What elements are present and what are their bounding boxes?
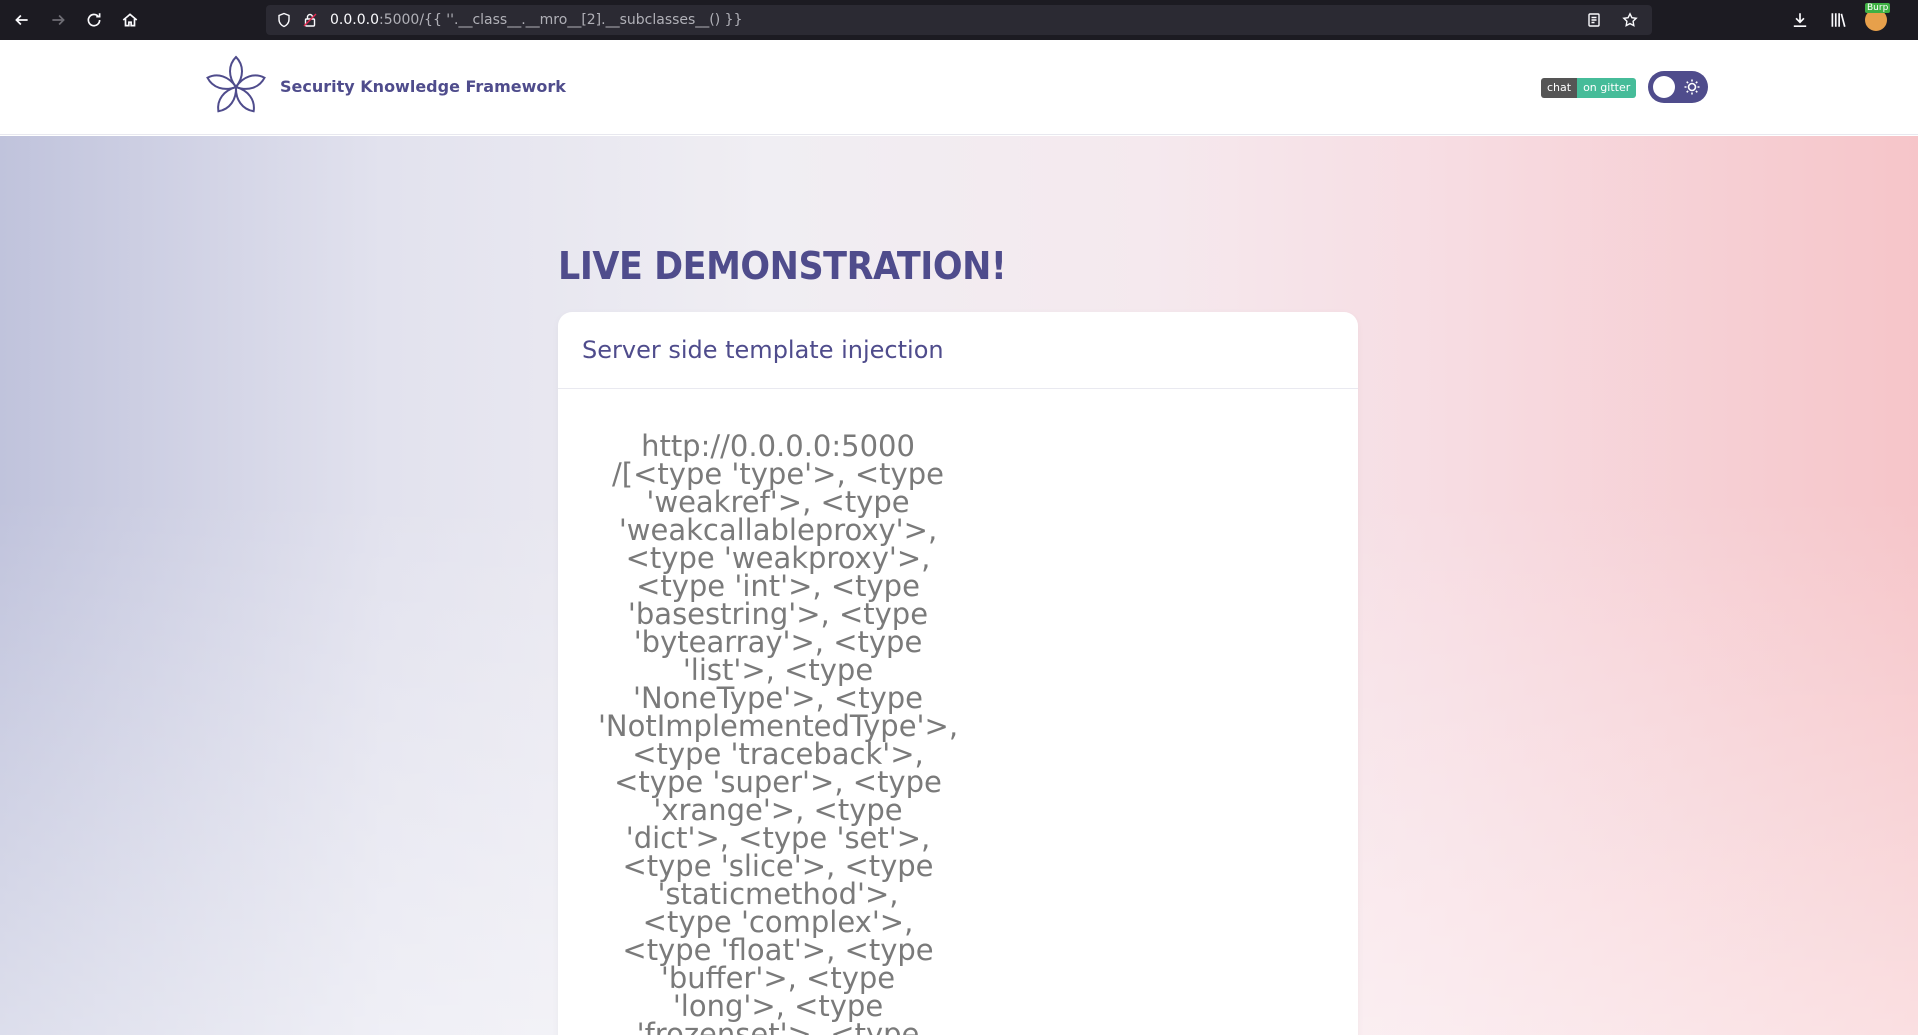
output-line: <type 'float'>, <type [622,933,934,967]
output-line: 'bytearray'>, <type [633,625,923,659]
output-line: <type 'complex'>, [642,905,914,939]
skf-logo-icon[interactable] [206,54,266,120]
url-host: 0.0.0.0 [330,12,379,28]
bookmark-star-icon[interactable] [1620,10,1640,30]
output-line: 'weakcallableproxy'>, [618,513,938,547]
back-icon[interactable] [4,0,40,40]
home-icon[interactable] [112,0,148,40]
url-bar[interactable]: 0.0.0.0:5000/{{ ''.__class__.__mro__[2].… [266,5,1652,35]
card-title: Server side template injection [558,312,1358,389]
output-line: 'basestring'>, <type [627,597,929,631]
output-line: <type 'slice'>, <type [622,849,934,883]
output-line: http://0.0.0.0:5000 [641,429,915,463]
output-line: 'list'>, <type [682,653,874,687]
template-output: http://0.0.0.0:5000/[<type 'type'>, <typ… [578,432,978,1035]
output-line: 'dict'>, <type 'set'>, [625,821,931,855]
gitter-value: on gitter [1577,78,1637,98]
output-line: <type 'traceback'>, [632,737,924,771]
lock-icon[interactable] [300,10,320,30]
output-line: <type 'weakproxy'>, [625,541,931,575]
url-path: :5000/{{ ''.__class__.__mro__[2].__subcl… [378,12,743,28]
output-line: 'weakref'>, <type [646,485,910,519]
output-line: <type 'super'>, <type [614,765,942,799]
output-line: 'NotImplementedType'>, [597,709,959,743]
output-line: 'long'>, <type [672,989,884,1023]
forward-icon[interactable] [40,0,76,40]
output-line: 'staticmethod'>, [657,877,899,911]
output-line: 'frozenset'>, <type [636,1017,920,1035]
output-line: 'buffer'>, <type [660,961,896,995]
demo-card: Server side template injection http://0.… [558,312,1358,1035]
browser-toolbar: 0.0.0.0:5000/{{ ''.__class__.__mro__[2].… [0,0,1918,40]
output-line: /[<type 'type'>, <type [612,457,944,491]
reader-view-icon[interactable] [1584,10,1604,30]
brand-name[interactable]: Security Knowledge Framework [280,77,566,96]
downloads-icon[interactable] [1788,8,1812,32]
gitter-label: chat [1541,78,1578,98]
output-line: 'NoneType'>, <type [632,681,924,715]
gitter-chat-badge[interactable]: chat on gitter [1541,78,1637,98]
burp-extension-icon[interactable]: Burp [1864,3,1891,32]
toggle-knob [1653,76,1675,98]
shield-icon[interactable] [274,10,294,30]
url-text[interactable]: 0.0.0.0:5000/{{ ''.__class__.__mro__[2].… [330,12,743,28]
output-line: 'xrange'>, <type [653,793,903,827]
burp-badge: Burp [1865,3,1891,13]
site-header: Security Knowledge Framework chat on git… [0,40,1918,135]
page-title: LIVE DEMONSTRATION! [558,244,1007,288]
library-icon[interactable] [1826,8,1850,32]
theme-toggle[interactable] [1648,71,1708,103]
sun-icon [1684,79,1700,95]
output-line: <type 'int'>, <type [636,569,920,603]
reload-icon[interactable] [76,0,112,40]
